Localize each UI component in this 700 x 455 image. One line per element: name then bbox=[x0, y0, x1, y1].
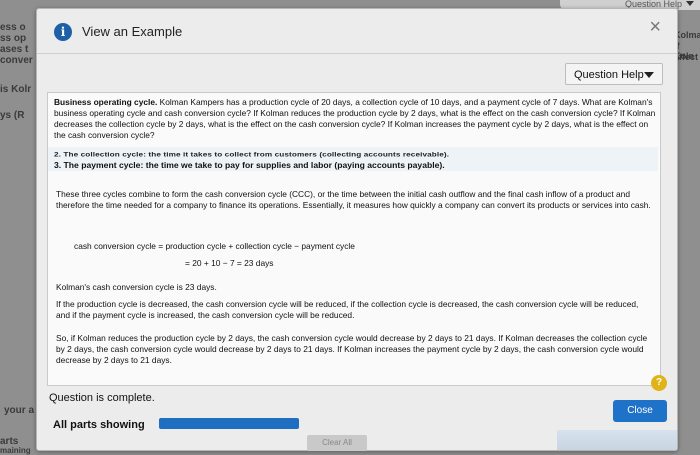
result-text: Kolman's cash conversion cycle is 23 day… bbox=[56, 282, 217, 292]
bg-text: is Kolr bbox=[0, 84, 32, 95]
example-content: Business operating cycle. Kolman Kampers… bbox=[47, 92, 661, 386]
help-icon[interactable]: ? bbox=[651, 375, 667, 391]
clear-all-button[interactable]: Clear All bbox=[307, 435, 367, 451]
question-help-button[interactable]: Question Help bbox=[565, 63, 663, 85]
bg-text: conver bbox=[0, 55, 33, 66]
dropdown-arrow-icon bbox=[644, 72, 654, 78]
bg-text: ys (R bbox=[0, 110, 25, 121]
formula-line: cash conversion cycle = production cycle… bbox=[74, 241, 355, 251]
bg-text: ases t bbox=[0, 44, 29, 55]
close-button[interactable]: Close bbox=[613, 400, 667, 422]
problem-statement: Business operating cycle. Kolman Kampers… bbox=[54, 97, 656, 141]
complete-status: Question is complete. bbox=[49, 392, 155, 404]
info-icon: i bbox=[54, 23, 72, 41]
dialog-header: i View an Example × bbox=[37, 9, 677, 53]
example-dialog: i View an Example × Question Help Busine… bbox=[36, 8, 678, 451]
list-item: 3. The payment cycle: the time we take t… bbox=[54, 160, 445, 170]
formula-line: = 20 + 10 − 7 = 23 days bbox=[185, 258, 274, 268]
question-help-label: Question Help bbox=[574, 69, 644, 81]
partial-line: 2. The collection cycle: the time it tak… bbox=[54, 150, 450, 159]
bg-text: maining bbox=[0, 446, 31, 455]
bg-text: your a bbox=[4, 405, 35, 416]
close-icon[interactable]: × bbox=[649, 17, 661, 37]
dialog-title: View an Example bbox=[82, 24, 183, 39]
divider bbox=[37, 53, 677, 54]
bg-text: ss op bbox=[0, 33, 27, 44]
paragraph: If the production cycle is decreased, th… bbox=[56, 299, 639, 320]
problem-heading: Business operating cycle. bbox=[54, 97, 158, 107]
caret-down-icon bbox=[686, 1, 694, 6]
paragraph: These three cycles combine to form the c… bbox=[56, 189, 651, 210]
all-parts-label: All parts showing bbox=[53, 419, 145, 431]
footer-panel bbox=[557, 430, 677, 450]
bg-text: ess o bbox=[0, 22, 26, 33]
paragraph: So, if Kolman reduces the production cyc… bbox=[56, 333, 648, 365]
progress-bar bbox=[159, 418, 299, 429]
